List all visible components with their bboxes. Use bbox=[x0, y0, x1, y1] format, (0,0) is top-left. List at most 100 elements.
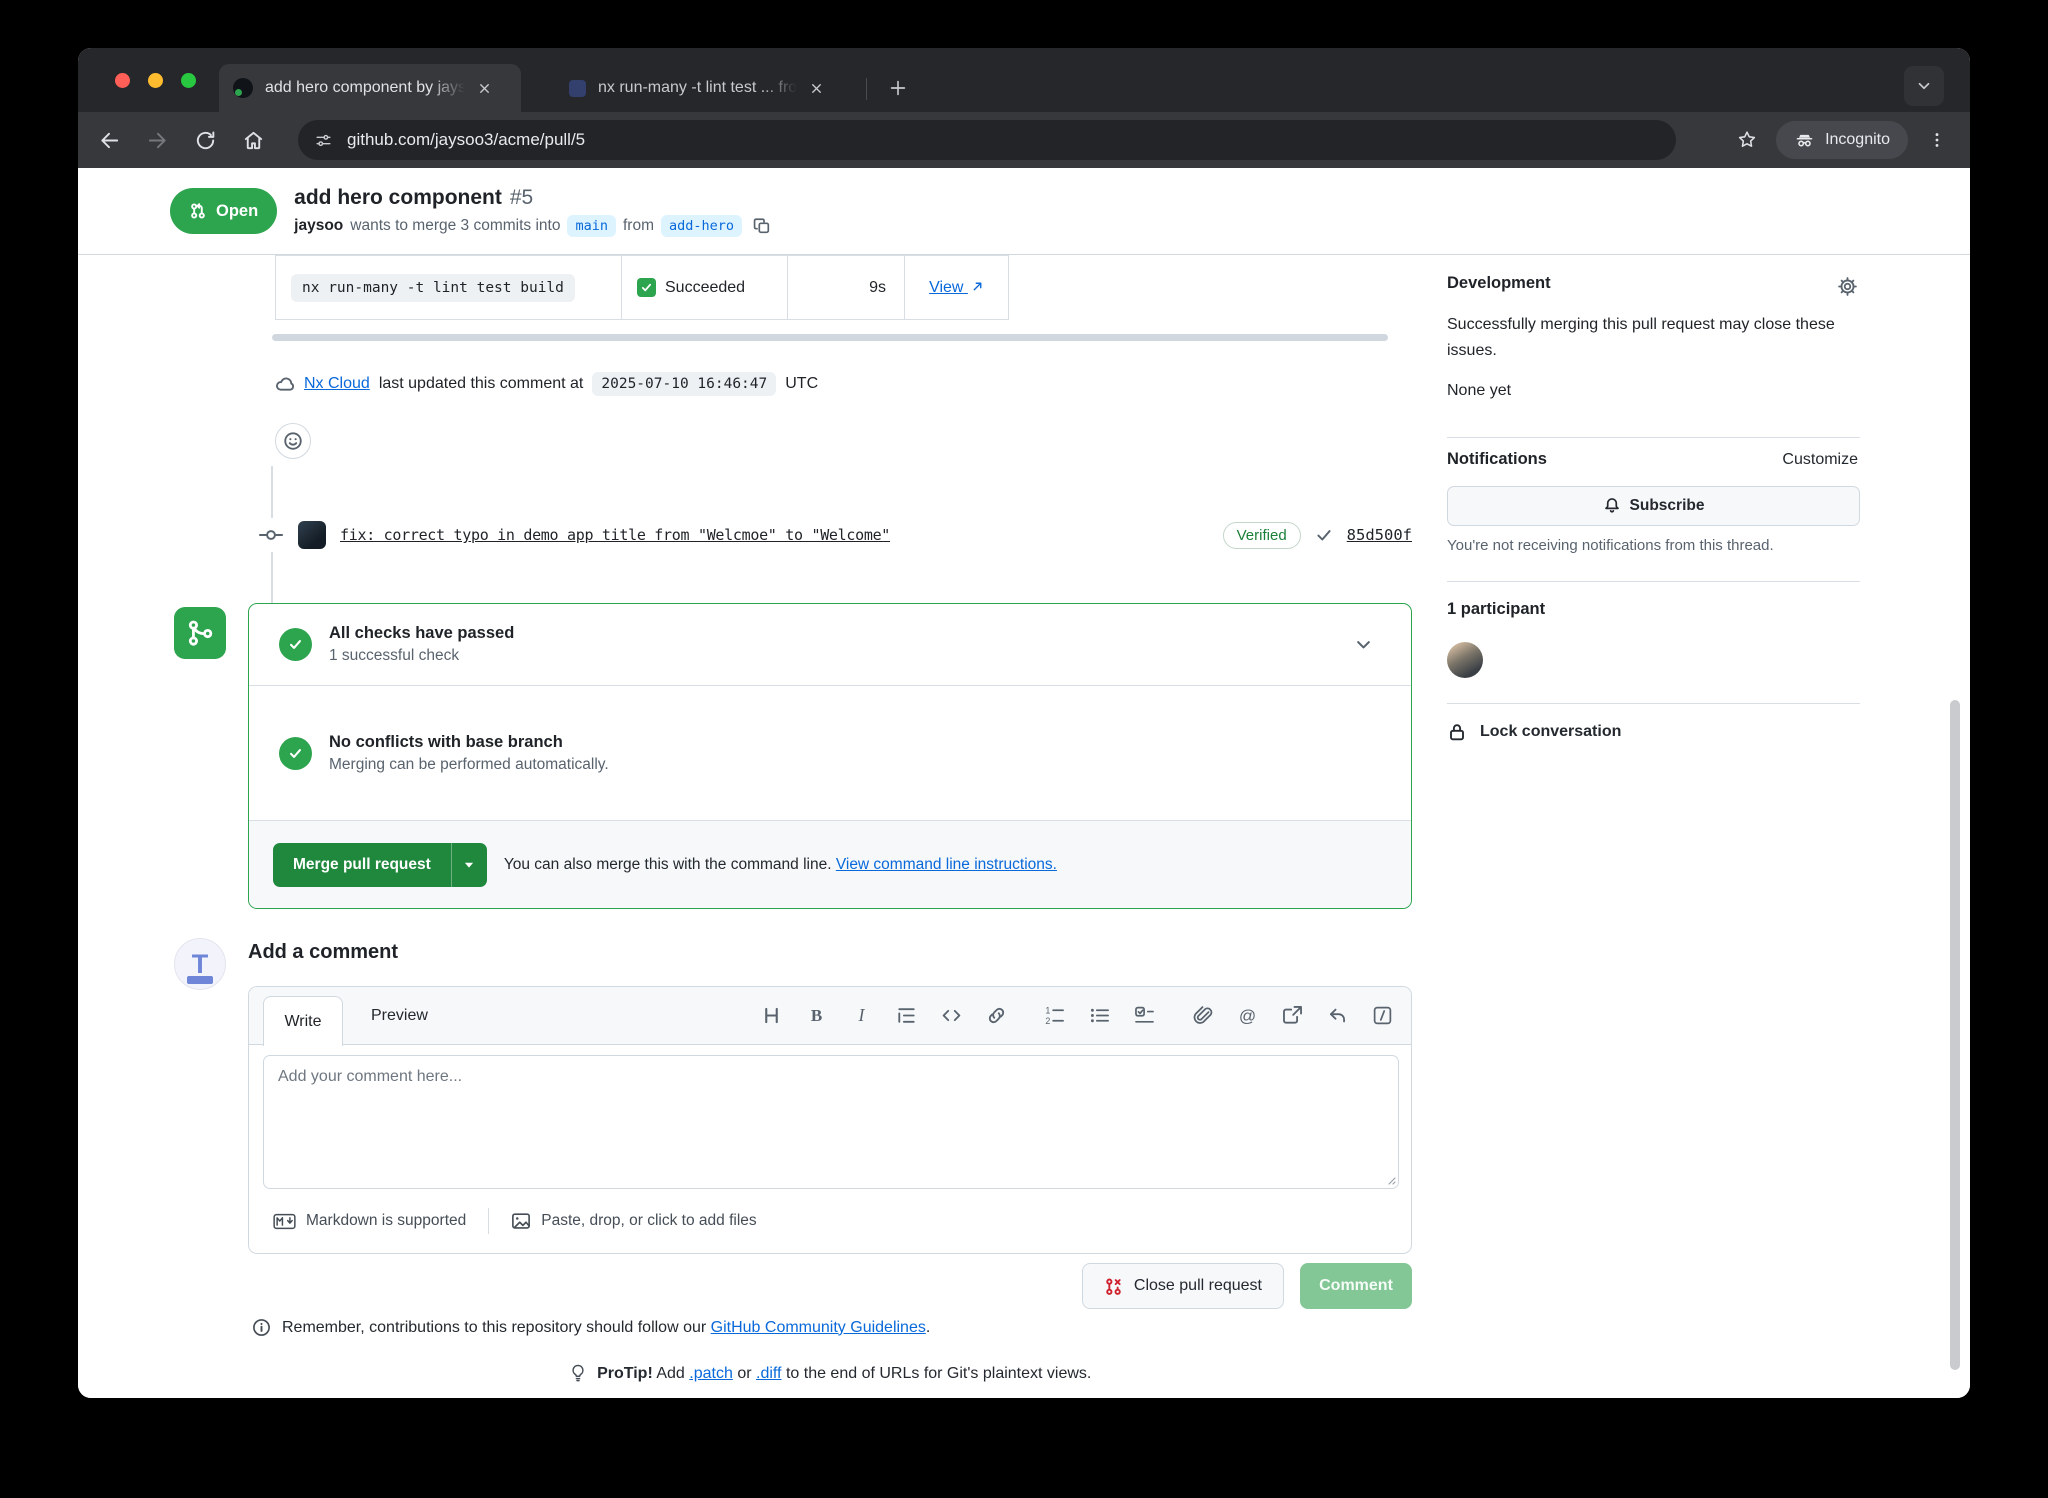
editor-footer: Markdown is supported Paste, drop, or cl… bbox=[249, 1189, 1411, 1253]
star-icon[interactable] bbox=[1730, 123, 1764, 157]
pr-from-text: from bbox=[623, 217, 654, 235]
nx-cloud-link[interactable]: Nx Cloud bbox=[304, 375, 370, 393]
comment-editor: Write Preview B I 12 @ bbox=[248, 986, 1412, 1254]
copy-icon[interactable] bbox=[753, 217, 771, 235]
minimize-window-button[interactable] bbox=[148, 73, 163, 88]
check-view-cell: View bbox=[905, 256, 1009, 320]
github-pr-page: Open add hero component#5 jaysoo wants t… bbox=[78, 168, 1970, 1398]
check-command-cell: nx run-many -t lint test build bbox=[276, 256, 622, 320]
home-icon[interactable] bbox=[236, 123, 270, 157]
zoom-window-button[interactable] bbox=[181, 73, 196, 88]
site-info-icon[interactable] bbox=[314, 131, 333, 150]
paperclip-icon[interactable] bbox=[1192, 1005, 1213, 1026]
tasklist-icon[interactable] bbox=[1134, 1005, 1155, 1026]
incognito-icon bbox=[1794, 130, 1815, 151]
svg-text:@: @ bbox=[1239, 1006, 1256, 1025]
pr-number: #5 bbox=[510, 186, 533, 209]
verified-badge[interactable]: Verified bbox=[1223, 522, 1301, 549]
pr-sticky-header: Open add hero component#5 jaysoo wants t… bbox=[78, 168, 1970, 255]
participant-avatar[interactable] bbox=[1447, 642, 1483, 678]
mention-icon[interactable]: @ bbox=[1237, 1005, 1258, 1026]
tab-preview[interactable]: Preview bbox=[357, 987, 442, 1045]
pr-sidebar: Development Successfully merging this pu… bbox=[1447, 260, 1860, 780]
quote-icon[interactable] bbox=[896, 1005, 917, 1026]
menu-icon[interactable] bbox=[1920, 123, 1954, 157]
resize-handle[interactable] bbox=[1384, 1173, 1396, 1185]
customize-link[interactable]: Customize bbox=[1782, 451, 1858, 469]
browser-window: add hero component by jayso nx run-many … bbox=[78, 48, 1970, 1398]
view-link[interactable]: View bbox=[929, 279, 984, 296]
attach-files[interactable]: Paste, drop, or click to add files bbox=[511, 1211, 756, 1231]
smiley-icon bbox=[283, 431, 303, 451]
pr-author[interactable]: jaysoo bbox=[294, 217, 343, 235]
unordered-list-icon[interactable] bbox=[1089, 1005, 1110, 1026]
reload-icon[interactable] bbox=[188, 123, 222, 157]
tab-active[interactable]: add hero component by jayso bbox=[219, 64, 521, 112]
check-command: nx run-many -t lint test build bbox=[291, 274, 575, 302]
address-bar[interactable]: github.com/jaysoo3/acme/pull/5 bbox=[298, 120, 1676, 160]
comment-horizontal-rule bbox=[272, 334, 1388, 341]
merge-options-caret[interactable] bbox=[452, 843, 487, 887]
community-guidelines-link[interactable]: GitHub Community Guidelines bbox=[711, 1319, 926, 1336]
ordered-list-icon[interactable]: 12 bbox=[1044, 1005, 1065, 1026]
pr-state-badge: Open bbox=[170, 188, 277, 234]
check-status-cell: Succeeded bbox=[622, 256, 788, 320]
head-branch-chip[interactable]: add-hero bbox=[661, 215, 742, 237]
reply-icon[interactable] bbox=[1327, 1005, 1348, 1026]
git-pull-request-icon bbox=[189, 202, 207, 220]
close-icon[interactable] bbox=[809, 81, 824, 96]
browser-toolbar: github.com/jaysoo3/acme/pull/5 Incognito bbox=[78, 112, 1970, 168]
tab-title: nx run-many -t lint test ... fro bbox=[598, 79, 797, 97]
url-text: github.com/jaysoo3/acme/pull/5 bbox=[347, 130, 585, 150]
guidelines-note: Remember, contributions to this reposito… bbox=[252, 1318, 930, 1337]
svg-text:2: 2 bbox=[1045, 1016, 1050, 1026]
no-conflicts-section: No conflicts with base branch Merging ca… bbox=[249, 686, 1411, 821]
tab-separator bbox=[866, 78, 867, 100]
merge-pull-request-button[interactable]: Merge pull request bbox=[273, 843, 487, 887]
chevron-down-icon[interactable] bbox=[1354, 635, 1373, 654]
new-tab-button[interactable] bbox=[880, 70, 916, 106]
close-icon[interactable] bbox=[477, 81, 492, 96]
add-reaction-button[interactable] bbox=[275, 423, 311, 459]
comment-submit-button[interactable]: Comment bbox=[1300, 1263, 1412, 1309]
check-circle-icon bbox=[279, 737, 312, 770]
ci-checks-table: nx run-many -t lint test build Succeeded… bbox=[275, 255, 1009, 320]
commit-message-link[interactable]: fix: correct typo in demo app title from… bbox=[340, 526, 890, 544]
comment-textarea[interactable] bbox=[263, 1055, 1399, 1189]
merge-actions-footer: Merge pull request You can also merge th… bbox=[249, 821, 1411, 908]
base-branch-chip[interactable]: main bbox=[567, 215, 616, 237]
heading-icon[interactable] bbox=[761, 1005, 782, 1026]
formatting-toolbar: B I 12 @ bbox=[761, 987, 1393, 1044]
tab-inactive[interactable]: nx run-many -t lint test ... fro bbox=[555, 64, 855, 112]
commit-author-avatar[interactable] bbox=[298, 521, 326, 549]
close-pull-request-button[interactable]: Close pull request bbox=[1082, 1263, 1284, 1309]
patch-link[interactable]: .patch bbox=[689, 1365, 733, 1382]
tab-write[interactable]: Write bbox=[263, 996, 343, 1046]
svg-text:1: 1 bbox=[1045, 1005, 1050, 1015]
markdown-supported[interactable]: Markdown is supported bbox=[273, 1212, 466, 1230]
check-icon bbox=[1315, 526, 1333, 544]
github-avatar-favicon bbox=[233, 78, 253, 98]
subscribe-button[interactable]: Subscribe bbox=[1447, 486, 1860, 526]
add-comment-heading: Add a comment bbox=[248, 938, 398, 966]
code-icon[interactable] bbox=[941, 1005, 962, 1026]
diff-link[interactable]: .diff bbox=[756, 1365, 782, 1382]
close-window-button[interactable] bbox=[115, 73, 130, 88]
bold-icon[interactable]: B bbox=[806, 1005, 827, 1026]
checks-subtitle: 1 successful check bbox=[329, 647, 514, 665]
link-icon[interactable] bbox=[986, 1005, 1007, 1026]
lock-conversation-button[interactable]: Lock conversation bbox=[1447, 722, 1621, 742]
commit-sha-link[interactable]: 85d500f bbox=[1347, 526, 1412, 544]
back-icon[interactable] bbox=[92, 123, 126, 157]
forward-icon[interactable] bbox=[140, 123, 174, 157]
current-user-avatar[interactable]: T bbox=[174, 938, 226, 990]
tab-search-button[interactable] bbox=[1904, 66, 1944, 106]
cli-instructions-link[interactable]: View command line instructions. bbox=[836, 856, 1057, 873]
slash-command-icon[interactable] bbox=[1372, 1005, 1393, 1026]
page-scrollbar[interactable] bbox=[1950, 700, 1960, 1370]
gear-icon[interactable] bbox=[1837, 276, 1858, 297]
incognito-badge[interactable]: Incognito bbox=[1776, 121, 1908, 159]
window-controls bbox=[115, 73, 196, 88]
cross-reference-icon[interactable] bbox=[1282, 1005, 1303, 1026]
italic-icon[interactable]: I bbox=[851, 1005, 872, 1026]
